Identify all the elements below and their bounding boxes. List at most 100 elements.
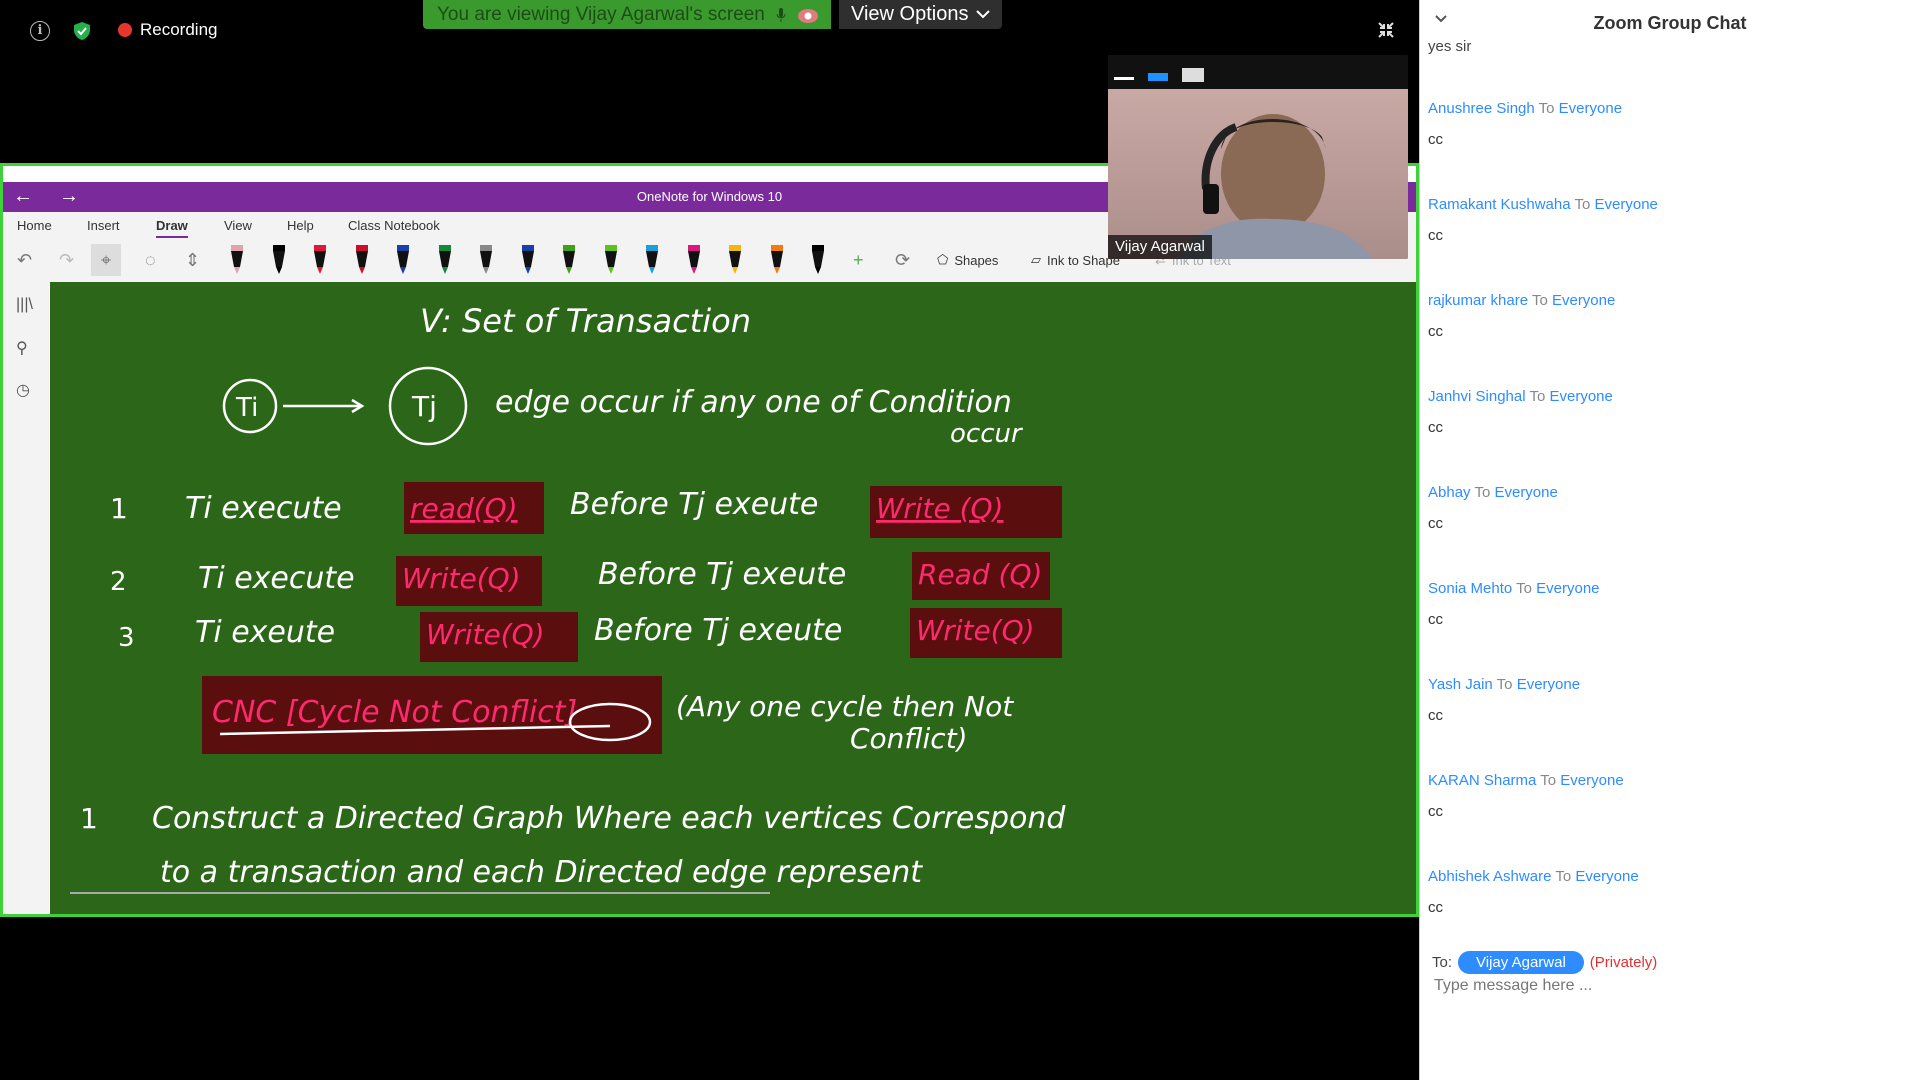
shield-icon[interactable]: [72, 21, 92, 41]
pen-3-icon[interactable]: [311, 245, 329, 275]
ink-replay-icon[interactable]: ⟳: [895, 250, 910, 271]
privately-label: (Privately): [1589, 954, 1658, 971]
chat-sender[interactable]: Anushree Singh: [1428, 100, 1535, 117]
chat-text: cc: [1428, 899, 1443, 916]
pen-9-icon[interactable]: [560, 245, 578, 275]
pen-14-icon[interactable]: [768, 245, 786, 275]
pen-5-icon[interactable]: [394, 245, 412, 275]
recipient-select[interactable]: Vijay Agarwal: [1458, 951, 1584, 974]
speaker-video-tile[interactable]: Vijay Agarwal: [1108, 55, 1408, 259]
redo-icon[interactable]: ↷: [59, 250, 74, 271]
chat-title: Zoom Group Chat: [1593, 13, 1747, 33]
minimize-video-icon[interactable]: [1114, 71, 1134, 81]
chat-text: cc: [1428, 611, 1443, 628]
exit-fullscreen-icon[interactable]: [1376, 20, 1396, 40]
view-options-label: View Options: [851, 3, 969, 25]
pen-15-icon[interactable]: [809, 245, 827, 275]
speaker-silhouette: [1178, 114, 1373, 259]
step-number: 1: [80, 802, 98, 835]
menu-class-notebook[interactable]: Class Notebook: [348, 218, 440, 233]
menu-draw[interactable]: Draw: [156, 218, 188, 238]
chat-sender[interactable]: Abhishek Ashware: [1428, 868, 1551, 885]
pen-2-icon[interactable]: [270, 245, 288, 275]
shapes-button[interactable]: ⬠ Shapes: [937, 252, 998, 268]
gallery-view-icon[interactable]: [1182, 68, 1204, 82]
rule-prefix: Ti execute: [198, 561, 355, 596]
undo-icon[interactable]: ↶: [17, 250, 32, 271]
onenote-left-rail: |||\ ⚲ ◷: [3, 282, 49, 914]
chat-recipient: Everyone: [1549, 388, 1613, 405]
chat-to-word: To: [1516, 580, 1532, 597]
chat-sender[interactable]: Ramakant Kushwaha: [1428, 196, 1571, 213]
chat-sender[interactable]: KARAN Sharma: [1428, 772, 1536, 789]
pen-8-icon[interactable]: [519, 245, 537, 275]
chat-text: cc: [1428, 803, 1443, 820]
note-canvas[interactable]: V: Set of Transaction Ti Tj edge occur i…: [50, 282, 1416, 914]
horizontal-scrollbar[interactable]: [70, 892, 770, 894]
chat-sender[interactable]: rajkumar khare: [1428, 292, 1528, 309]
recording-label: Recording: [140, 20, 218, 39]
rule-mid: Before Tj exeute: [594, 613, 842, 648]
pen-6-icon[interactable]: [436, 245, 454, 275]
pen-12-icon[interactable]: [685, 245, 703, 275]
shared-screen[interactable]: ← → OneNote for Windows 10 Home Insert D…: [0, 163, 1419, 917]
chat-message-partial: yes sir: [1428, 38, 1472, 55]
speaker-view-icon[interactable]: [1148, 71, 1168, 81]
chat-recipient: Everyone: [1560, 772, 1624, 789]
lasso-icon[interactable]: ◌: [145, 250, 156, 271]
pen-11-icon[interactable]: [643, 245, 661, 275]
rule-3: 3 Ti exeute Write(Q) Before Tj exeute Wr…: [118, 608, 1062, 662]
chat-sender[interactable]: Janhvi Singhal: [1428, 388, 1526, 405]
rule-mid: Before Tj exeute: [570, 487, 818, 522]
any-cycle-text: (Any one cycle then Not: [676, 690, 1014, 723]
rule-op2: Read (Q): [918, 558, 1042, 591]
notebooks-icon[interactable]: |||\: [16, 296, 33, 314]
chat-recipient: Everyone: [1536, 580, 1600, 597]
chevron-down-icon: [976, 10, 991, 19]
chat-sender[interactable]: Sonia Mehto: [1428, 580, 1512, 597]
info-icon[interactable]: i: [30, 21, 50, 41]
mic-icon: [776, 7, 786, 22]
add-space-icon[interactable]: ⇕: [185, 250, 200, 271]
speaker-name-label: Vijay Agarwal: [1108, 235, 1212, 259]
chat-sender-line: Yash Jain To Everyone: [1428, 676, 1908, 693]
pen-1-icon[interactable]: [228, 245, 246, 275]
add-pen-icon[interactable]: +: [853, 250, 864, 271]
chat-message-input[interactable]: [1432, 976, 1896, 996]
chat-text: cc: [1428, 419, 1443, 436]
pen-13-icon[interactable]: [726, 245, 744, 275]
menu-view[interactable]: View: [224, 218, 252, 233]
menu-home[interactable]: Home: [17, 218, 52, 233]
record-dot-icon: [118, 23, 132, 37]
chat-recipient: Everyone: [1558, 100, 1623, 117]
pen-7-icon[interactable]: [477, 245, 495, 275]
rule-number: 2: [110, 567, 127, 597]
menu-help[interactable]: Help: [287, 218, 314, 233]
rule-op1: read(Q): [410, 492, 518, 525]
chat-recipient: Everyone: [1494, 484, 1558, 501]
any-cycle-text-2: Conflict): [850, 722, 968, 755]
chat-to-word: To: [1540, 772, 1557, 789]
recent-icon[interactable]: ◷: [16, 380, 30, 400]
to-label: To:: [1432, 954, 1453, 971]
select-icon[interactable]: ⌖: [91, 244, 122, 276]
search-icon[interactable]: ⚲: [16, 338, 28, 358]
recording-indicator[interactable]: Recording: [118, 20, 218, 40]
chat-sender[interactable]: Yash Jain: [1428, 676, 1493, 693]
rule-number: 1: [110, 492, 128, 525]
edge-condition-text-2: occur: [950, 419, 1024, 449]
edge-condition-text: edge occur if any one of Condition: [495, 385, 1012, 420]
chat-panel: Zoom Group Chat yes sir Anushree Singh T…: [1419, 0, 1920, 1080]
rule-op1: Write(Q): [402, 562, 521, 595]
menu-insert[interactable]: Insert: [87, 218, 120, 233]
chat-to-word: To: [1574, 196, 1591, 213]
pen-10-icon[interactable]: [602, 245, 620, 275]
chat-message: Ramakant Kushwaha To Everyone cc: [1428, 196, 1908, 244]
view-options-button[interactable]: View Options: [839, 0, 1003, 29]
chat-message: Yash Jain To Everyone cc: [1428, 676, 1908, 724]
chat-sender[interactable]: Abhay: [1428, 484, 1471, 501]
pen-4-icon[interactable]: [353, 245, 371, 275]
rule-op2: Write (Q): [876, 492, 1003, 525]
viewing-banner: You are viewing Vijay Agarwal's screen: [423, 0, 831, 29]
ink-to-shape-button[interactable]: ▱ Ink to Shape: [1031, 252, 1120, 268]
